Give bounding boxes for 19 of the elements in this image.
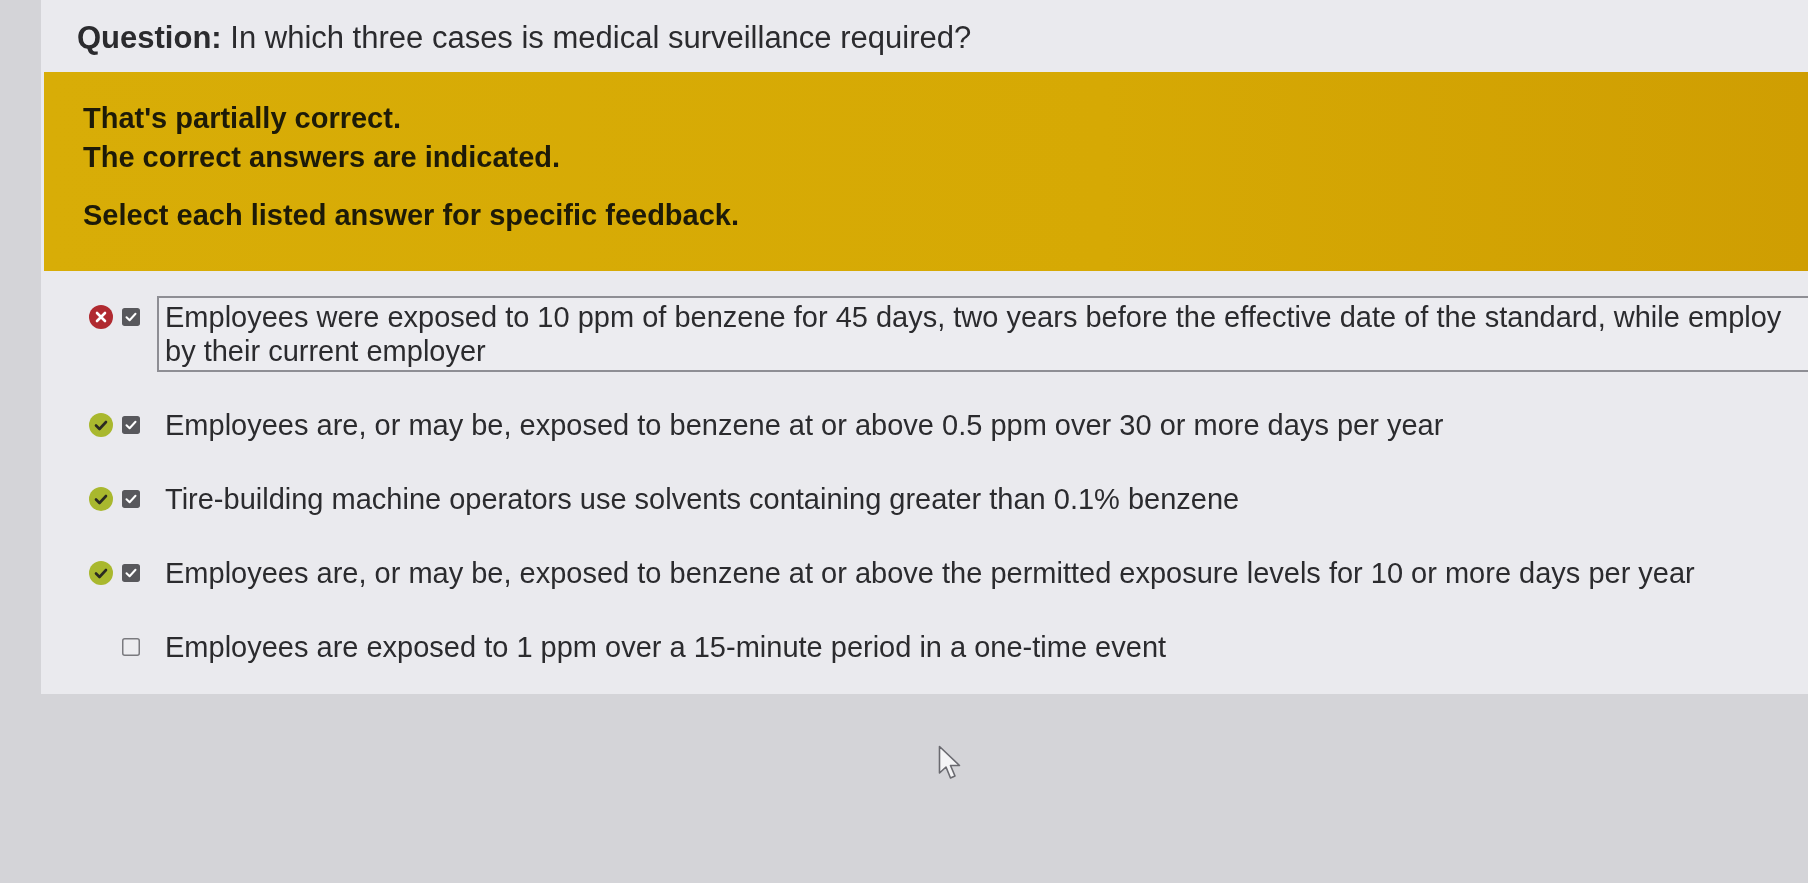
correct-check-icon [89, 487, 113, 511]
feedback-text: The correct answers are indicated. [83, 140, 561, 175]
checkbox[interactable] [122, 490, 140, 508]
answer-text[interactable]: Employees are, or may be, exposed to benzene at or above 0.5 ppm over 30 or more days per year [157, 404, 1452, 446]
checkbox[interactable] [122, 308, 140, 326]
checkbox[interactable] [122, 564, 140, 582]
feedback-text: That's partially correct. [83, 101, 401, 136]
answer-text[interactable]: Tire-building machine operators use solvents containing greater than 0.1% benzene [157, 478, 1248, 520]
answer-text[interactable]: Employees are exposed to 1 ppm over a 15-minute period in a one-time event [157, 626, 1175, 668]
question-text: Question: In which three cases is medical surveillance required? [76, 19, 973, 57]
correct-check-icon [89, 413, 113, 437]
checkbox[interactable] [122, 638, 140, 656]
feedback-text: Select each listed answer for specific feedback. [83, 198, 739, 233]
answer-text[interactable]: Employees are, or may be, exposed to benzene at or above the permitted exposure levels for 10 or more days per year [157, 552, 1703, 594]
incorrect-icon [89, 305, 113, 329]
pointer-cursor-icon [938, 745, 963, 781]
answer-text[interactable]: Employees were exposed to 10 ppm of benzene for 45 days, two years before the effective date of the standard, while employ by their current employer [157, 296, 1808, 372]
correct-check-icon [89, 561, 113, 585]
checkbox[interactable] [122, 416, 140, 434]
